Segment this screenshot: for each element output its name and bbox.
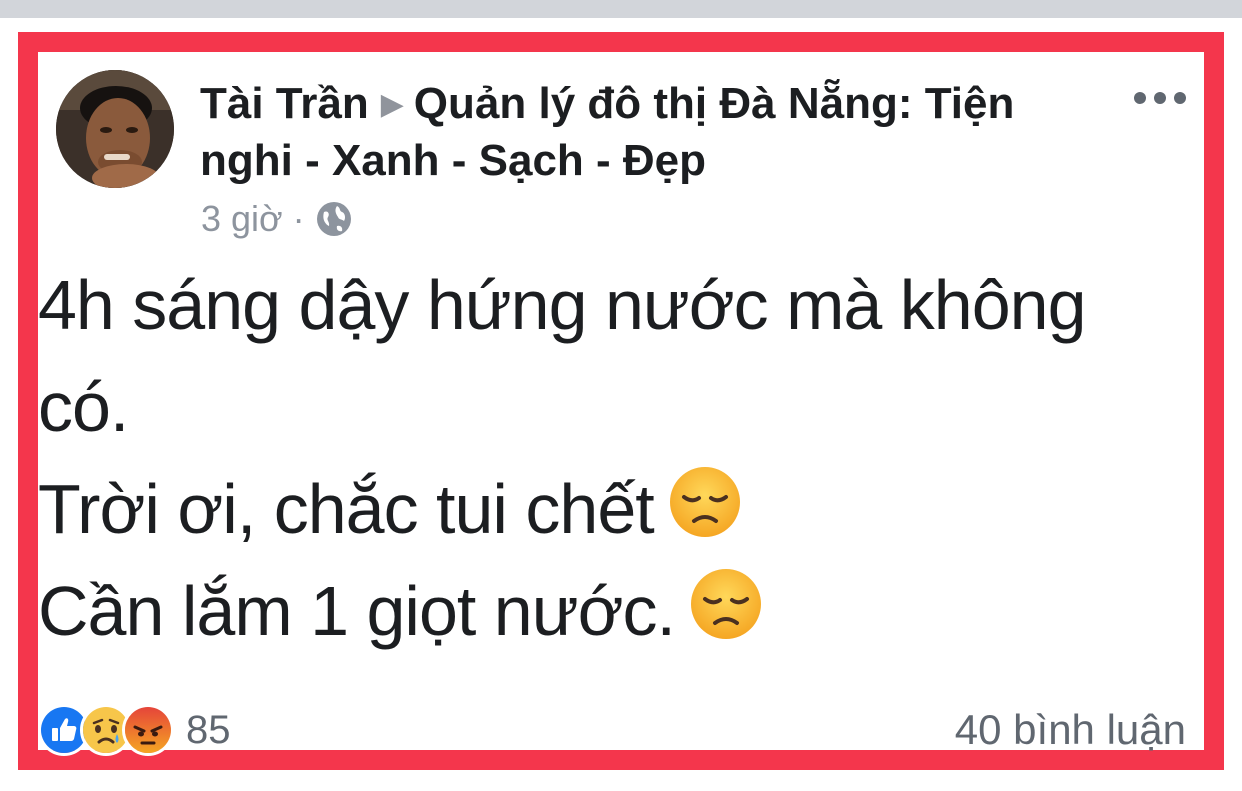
angry-reaction-icon	[122, 704, 174, 756]
reaction-count: 85	[186, 707, 231, 752]
author-name[interactable]: Tài Trần	[200, 79, 369, 128]
post-body: 4h sáng dậy hứng nước mà không có. Trời …	[38, 254, 1218, 662]
facebook-post: Tài Trần ▶ Quản lý đô thị Đà Nẵng: Tiện ng…	[38, 52, 1204, 756]
body-line: có.	[38, 368, 129, 446]
body-line-with-emoji: Cần lắm 1 giọt nước.	[38, 560, 1218, 662]
right-arrow-icon: ▶	[380, 88, 404, 121]
globe-icon	[315, 200, 353, 238]
highlight-frame: Tài Trần ▶ Quản lý đô thị Đà Nẵng: Tiện ng…	[18, 32, 1224, 770]
body-line: Trời ơi, chắc tui chết	[38, 470, 655, 548]
disappointed-face-icon	[689, 566, 763, 640]
post-header-title: Tài Trần ▶ Quản lý đô thị Đà Nẵng: Tiện ng…	[200, 76, 1100, 189]
avatar[interactable]	[56, 70, 174, 188]
comments-count-link[interactable]: 40 bình luận	[955, 704, 1186, 756]
disappointed-face-icon	[668, 464, 742, 538]
body-line: 4h sáng dậy hứng nước mà không	[38, 266, 1087, 344]
meta-separator: ·	[292, 198, 305, 239]
post-meta: 3 giờ ·	[201, 198, 353, 240]
post-time[interactable]: 3 giờ	[201, 198, 283, 240]
body-line: Cần lắm 1 giọt nước.	[38, 572, 676, 650]
top-bar	[0, 0, 1242, 18]
reactions-summary[interactable]: 85	[38, 704, 231, 756]
more-options-icon[interactable]	[1134, 88, 1186, 108]
body-line-with-emoji: Trời ơi, chắc tui chết	[38, 458, 1218, 560]
